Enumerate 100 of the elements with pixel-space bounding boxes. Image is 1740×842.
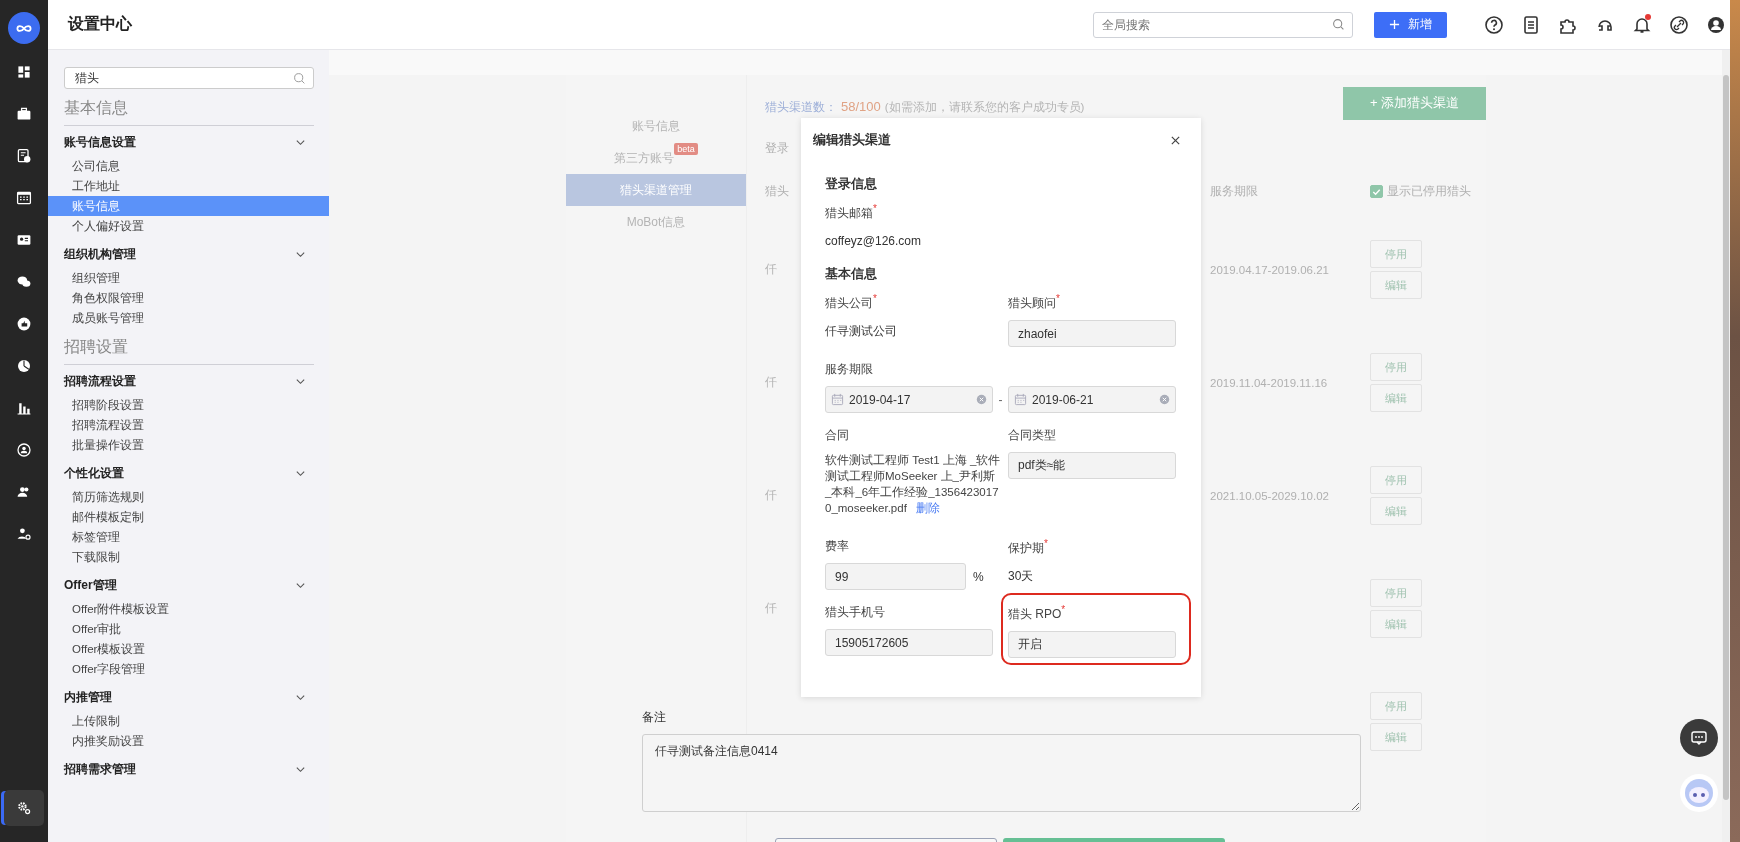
file-name: 软件测试工程师 Test1 上海 _软件测试工程师MoSeeker 上_尹利斯_本科_6年工作经验_13564230170_moseeker.pdf 删除 bbox=[825, 453, 1001, 516]
column-header: 服务期限 bbox=[1210, 184, 1258, 197]
sidebar-item[interactable]: Offer字段管理 bbox=[48, 659, 329, 679]
input-field[interactable]: zhaofei bbox=[1008, 320, 1176, 347]
calendar-icon bbox=[1014, 393, 1027, 406]
delete-link[interactable]: 删除 bbox=[916, 502, 941, 514]
chat-icon bbox=[16, 274, 32, 290]
field-label: 猎头公司$^{*}$ bbox=[825, 293, 878, 312]
people-gear-icon bbox=[16, 526, 32, 542]
calendar-icon bbox=[831, 393, 844, 406]
plus-icon bbox=[1389, 19, 1400, 30]
section-header[interactable]: Offer管理 bbox=[64, 576, 117, 594]
sidebar-item[interactable]: 邮件模板定制 bbox=[48, 507, 329, 527]
group-heading: 基本信息 bbox=[64, 98, 314, 126]
sidebar-item[interactable]: 下载限制 bbox=[48, 547, 329, 567]
search-icon bbox=[1332, 18, 1345, 31]
app-logo[interactable] bbox=[8, 12, 40, 44]
search-field[interactable]: 全局搜索 bbox=[1093, 11, 1353, 38]
service-period: 2021.10.05-2029.10.02 bbox=[1210, 489, 1329, 502]
input-field[interactable]: 15905172605 bbox=[825, 629, 993, 656]
service-period: 2019.04.17-2019.06.21 bbox=[1210, 263, 1329, 276]
field-label: 合同类型 bbox=[1008, 427, 1057, 444]
sidebar-item[interactable]: 工作地址 bbox=[48, 176, 329, 196]
document-person-icon bbox=[16, 148, 32, 164]
beta-badge: beta bbox=[674, 143, 698, 155]
remark-textarea[interactable]: 仟寻测试备注信息0414 bbox=[642, 734, 1361, 812]
id-card-icon bbox=[16, 232, 32, 248]
date-field[interactable]: 2019-04-17 bbox=[825, 386, 993, 413]
field-label: 猎头邮箱$^{*}$ bbox=[825, 203, 878, 222]
field-value: 仟寻测试公司 bbox=[825, 323, 898, 340]
section-label: 登录 bbox=[765, 141, 789, 155]
toolbar-button[interactable] bbox=[1521, 14, 1541, 35]
thumbs-up-icon bbox=[16, 316, 32, 332]
channel-name: 仟 bbox=[765, 262, 777, 276]
date-field[interactable]: 2019-06-21 bbox=[1008, 386, 1176, 413]
section-header[interactable]: 招聘流程设置 bbox=[64, 372, 136, 390]
input-field[interactable]: 开启 bbox=[1008, 631, 1176, 658]
help-icon bbox=[1484, 14, 1504, 35]
sidebar-item[interactable]: 招聘流程设置 bbox=[48, 415, 329, 435]
sidebar-item[interactable]: 批量操作设置 bbox=[48, 435, 329, 455]
bar-chart-icon bbox=[16, 400, 32, 416]
scrollbar-thumb[interactable] bbox=[1723, 75, 1729, 800]
channel-count-value: 58/100 bbox=[841, 99, 881, 114]
document-icon bbox=[1521, 14, 1541, 35]
toolbar-button[interactable] bbox=[1669, 14, 1689, 35]
calendar-icon bbox=[16, 190, 32, 206]
field-label: 保护期$^{*}$ bbox=[1008, 538, 1049, 557]
sidebar-item[interactable]: 成员账号管理 bbox=[48, 308, 329, 328]
toolbar-button[interactable] bbox=[1632, 14, 1652, 35]
user-icon bbox=[1706, 14, 1726, 35]
sidebar-item[interactable]: 组织管理 bbox=[48, 268, 329, 288]
section-header[interactable]: 招聘需求管理 bbox=[64, 760, 136, 778]
sidebar-item[interactable]: 招聘阶段设置 bbox=[48, 395, 329, 415]
checkbox-label: 显示已停用猎头 bbox=[1387, 182, 1471, 200]
section-header[interactable]: 组织机构管理 bbox=[64, 245, 136, 263]
link-icon bbox=[1669, 14, 1689, 35]
field-label: 猎头顾问$^{*}$ bbox=[1008, 293, 1061, 312]
sidebar-item[interactable]: Offer审批 bbox=[48, 619, 329, 639]
channel-name: 仟 bbox=[765, 601, 777, 615]
group-heading: 招聘设置 bbox=[64, 337, 314, 365]
form-section-title: 基本信息 bbox=[825, 266, 878, 283]
channel-count-note: (如需添加，请联系您的客户成功专员) bbox=[884, 100, 1085, 115]
toolbar-button[interactable] bbox=[1484, 14, 1504, 35]
section-header[interactable]: 内推管理 bbox=[64, 688, 112, 706]
search-icon bbox=[293, 71, 306, 85]
field-label: 服务期限 bbox=[825, 361, 874, 378]
sidebar-item[interactable]: Offer附件模板设置 bbox=[48, 599, 329, 619]
field-label: 猎头手机号 bbox=[825, 604, 886, 621]
service-period: 2019.11.04-2019.11.16 bbox=[1210, 376, 1328, 389]
section-header[interactable]: 账号信息设置 bbox=[64, 133, 136, 151]
person-circle-icon bbox=[16, 442, 32, 458]
field-label: 备注 bbox=[642, 709, 667, 726]
field-label: 合同 bbox=[825, 427, 850, 444]
sidebar-item[interactable]: 公司信息 bbox=[48, 156, 329, 176]
input-field[interactable]: 99 bbox=[825, 563, 966, 590]
form-section-title: 登录信息 bbox=[825, 176, 878, 193]
sidebar-search-field[interactable]: 猎头 bbox=[64, 67, 314, 89]
close-icon[interactable] bbox=[1170, 134, 1181, 146]
dashboard-icon bbox=[16, 64, 32, 80]
new-button[interactable]: 新增 bbox=[1374, 11, 1447, 38]
column-header: 猎头 bbox=[765, 183, 789, 198]
unit-text: % bbox=[973, 569, 984, 584]
sidebar-item[interactable]: 角色权限管理 bbox=[48, 288, 329, 308]
sidebar-item[interactable]: 标签管理 bbox=[48, 527, 329, 547]
checkbox[interactable] bbox=[1370, 184, 1383, 198]
channel-count-label: 猎头渠道数： bbox=[765, 100, 837, 115]
sidebar-item[interactable]: 上传限制 bbox=[48, 711, 329, 731]
dialog-title: 编辑猎头渠道 bbox=[813, 131, 891, 149]
section-header[interactable]: 个性化设置 bbox=[64, 464, 124, 482]
rail-nav-item[interactable] bbox=[4, 790, 44, 826]
sidebar-item[interactable]: 个人偏好设置 bbox=[48, 216, 329, 236]
input-field[interactable]: pdf类≈能 bbox=[1008, 452, 1176, 479]
settings-icon bbox=[16, 800, 32, 816]
sidebar-item[interactable]: 简历筛选规则 bbox=[48, 487, 329, 507]
page-title: 设置中心 bbox=[68, 14, 132, 34]
toolbar-button[interactable] bbox=[1706, 14, 1726, 35]
sidebar-item[interactable]: 内推奖励设置 bbox=[48, 731, 329, 751]
sidebar-item[interactable]: Offer模板设置 bbox=[48, 639, 329, 659]
briefcase-icon bbox=[16, 106, 32, 122]
channel-name: 仟 bbox=[765, 375, 777, 389]
